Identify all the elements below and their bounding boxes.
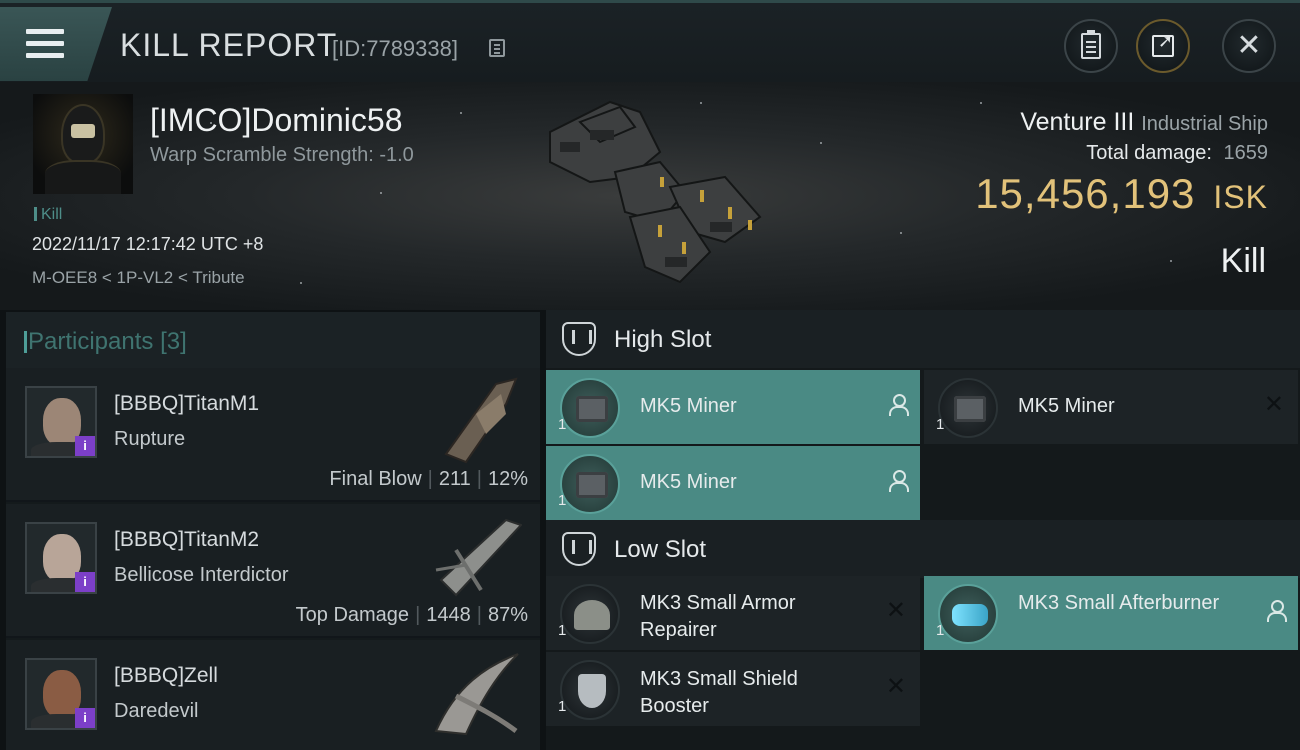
- participant-row[interactable]: i [BBBQ]TitanM1 Rupture Final Blow | 211 | 1…: [6, 368, 540, 502]
- close-button[interactable]: ✕: [1222, 19, 1276, 73]
- module-qty: 1: [558, 416, 567, 433]
- afterburner-icon: [938, 584, 998, 644]
- participant-percent: 12%: [487, 468, 528, 490]
- warp-scramble-strength: Warp Scramble Strength: -1.0: [150, 144, 414, 166]
- participant-damage: 211: [438, 468, 471, 490]
- high-slot-header: High Slot: [546, 310, 1300, 368]
- info-badge-icon[interactable]: i: [75, 436, 95, 456]
- isk-value: 15,456,193 ISK: [975, 170, 1268, 218]
- clipboard-button[interactable]: [1064, 19, 1118, 73]
- participant-damage: 1448: [426, 604, 471, 626]
- participant-ship: Rupture: [114, 428, 186, 450]
- low-slot-title: Low Slot: [614, 536, 707, 563]
- close-icon: ✕: [1236, 28, 1262, 63]
- module-item[interactable]: 1 MK3 Small Afterburner: [924, 576, 1298, 650]
- module-qty: 1: [936, 622, 945, 639]
- destroyed-x-icon: ✕: [1263, 390, 1284, 418]
- participants-count: [3]: [160, 328, 187, 355]
- total-damage: Total damage: 1659: [1086, 142, 1268, 165]
- participant-role: Top Damage: [295, 604, 410, 626]
- miner-module-icon: [560, 378, 620, 438]
- participant-avatar[interactable]: i: [25, 522, 97, 594]
- participant-ship: Bellicose Interdictor: [114, 564, 289, 586]
- top-bar: KILL REPORT [ID:7789338] ✕: [0, 0, 1300, 82]
- participants-title: Participants [3]: [24, 328, 187, 355]
- copy-id-icon[interactable]: [489, 39, 505, 57]
- module-qty: 1: [936, 416, 945, 433]
- isk-amount: 15,456,193: [975, 170, 1196, 217]
- participant-avatar[interactable]: i: [25, 386, 97, 458]
- victim-portrait[interactable]: [33, 94, 133, 194]
- high-slot-title: High Slot: [614, 326, 712, 353]
- module-item[interactable]: 1 MK5 Miner: [546, 370, 920, 444]
- module-item[interactable]: 1 MK5 Miner ✕: [924, 370, 1298, 444]
- isk-unit: ISK: [1213, 179, 1268, 215]
- participant-percent: 87%: [487, 604, 528, 626]
- module-item[interactable]: 1 MK5 Miner: [546, 446, 920, 520]
- kill-tag: Kill: [34, 206, 62, 224]
- module-name: MK3 Small Afterburner: [1018, 592, 1220, 614]
- info-badge-icon[interactable]: i: [75, 708, 95, 728]
- ship-class: Industrial Ship: [1141, 113, 1268, 135]
- module-item[interactable]: 1 MK3 Small Shield Booster ✕: [546, 652, 920, 726]
- participant-stats: Final Blow | 211 | 12%: [329, 468, 528, 490]
- module-qty: 1: [558, 492, 567, 509]
- kill-location[interactable]: M-OEE8 < 1P-VL2 < Tribute: [32, 268, 245, 288]
- victim-ship-name[interactable]: Venture III Industrial Ship: [1020, 108, 1268, 137]
- ship-type: Venture III: [1020, 108, 1135, 136]
- participant-row[interactable]: i [BBBQ]Zell Daredevil: [6, 640, 540, 750]
- total-damage-label: Total damage:: [1086, 142, 1212, 164]
- miner-module-icon: [560, 454, 620, 514]
- module-name: MK3 Small Shield Booster: [640, 668, 798, 717]
- victim-name[interactable]: [IMCO]Dominic58: [150, 102, 403, 139]
- participant-ship: Daredevil: [114, 700, 199, 722]
- share-button[interactable]: [1136, 19, 1190, 73]
- participants-panel: Participants [3] i [BBBQ]TitanM1 Rupture…: [6, 312, 540, 750]
- dropped-person-icon: [1266, 600, 1287, 622]
- kill-result: Kill: [1220, 242, 1266, 280]
- module-name: MK5 Miner: [640, 471, 737, 493]
- fitting-panel: High Slot 1 MK5 Miner 1 MK5 Miner ✕ 1 MK…: [546, 310, 1300, 750]
- high-slot-icon: [562, 322, 596, 356]
- destroyed-x-icon: ✕: [885, 596, 906, 624]
- hamburger-menu-icon: [26, 29, 64, 59]
- low-slot-header: Low Slot: [546, 520, 1300, 578]
- module-name: MK5 Miner: [640, 395, 737, 417]
- participant-row[interactable]: i [BBBQ]TitanM2 Bellicose Interdictor To…: [6, 504, 540, 638]
- shield-booster-icon: [560, 660, 620, 720]
- dropped-person-icon: [888, 394, 909, 416]
- participant-name: [BBBQ]Zell: [114, 664, 218, 687]
- clipboard-icon: [1081, 30, 1101, 59]
- kill-timestamp: 2022/11/17 12:17:42 UTC +8: [32, 234, 264, 254]
- participant-stats: Top Damage | 1448 | 87%: [295, 604, 528, 626]
- armor-repairer-icon: [560, 584, 620, 644]
- report-id: [ID:7789338]: [332, 36, 458, 61]
- module-name: MK3 Small Armor Repairer: [640, 592, 796, 641]
- participant-ship-icon: [434, 653, 519, 736]
- participant-name: [BBBQ]TitanM1: [114, 392, 260, 415]
- miner-module-icon: [938, 378, 998, 438]
- participant-role: Final Blow: [329, 468, 422, 490]
- participant-avatar[interactable]: i: [25, 658, 97, 730]
- menu-button[interactable]: [0, 7, 112, 81]
- victim-ship-render[interactable]: [520, 82, 780, 308]
- victim-summary: [IMCO]Dominic58 Warp Scramble Strength: …: [0, 82, 1300, 310]
- page-title: KILL REPORT: [120, 27, 338, 63]
- info-badge-icon[interactable]: i: [75, 572, 95, 592]
- module-name: MK5 Miner: [1018, 395, 1115, 417]
- participant-name: [BBBQ]TitanM2: [114, 528, 260, 551]
- dropped-person-icon: [888, 470, 909, 492]
- participant-ship-icon: [435, 518, 522, 597]
- module-item[interactable]: 1 MK3 Small Armor Repairer ✕: [546, 576, 920, 650]
- participants-header: Participants [3]: [6, 312, 540, 368]
- share-icon: [1152, 31, 1174, 57]
- destroyed-x-icon: ✕: [885, 672, 906, 700]
- low-slot-icon: [562, 532, 596, 566]
- participant-ship-icon: [444, 377, 518, 464]
- module-qty: 1: [558, 698, 567, 715]
- module-qty: 1: [558, 622, 567, 639]
- total-damage-value: 1659: [1223, 142, 1269, 164]
